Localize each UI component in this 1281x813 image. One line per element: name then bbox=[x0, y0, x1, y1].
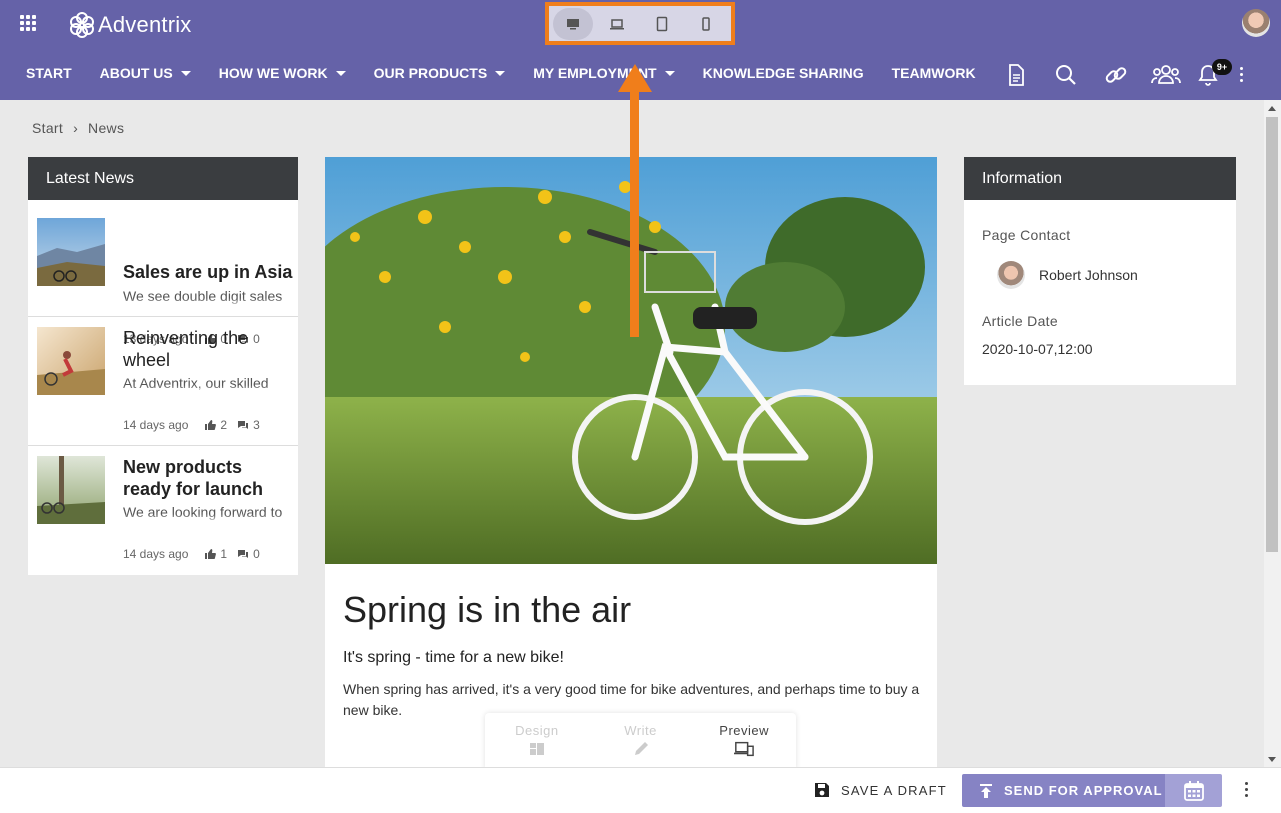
document-icon[interactable] bbox=[1001, 60, 1031, 90]
schedule-button[interactable] bbox=[1165, 774, 1222, 807]
nav-item-start[interactable]: START bbox=[26, 65, 72, 81]
main-navigation: START ABOUT US HOW WE WORK OUR PRODUCTS … bbox=[26, 64, 1004, 82]
thumbs-up-icon[interactable] bbox=[204, 548, 217, 560]
news-thumbnail bbox=[37, 218, 105, 286]
laptop-icon bbox=[610, 18, 625, 29]
nav-item-about-us[interactable]: ABOUT US bbox=[100, 65, 191, 81]
news-title[interactable]: New products ready for launch bbox=[123, 456, 293, 500]
save-draft-label: SAVE A DRAFT bbox=[841, 782, 947, 798]
caret-down-icon bbox=[180, 70, 191, 76]
user-avatar[interactable] bbox=[1242, 9, 1270, 37]
news-title[interactable]: Sales are up in Asia bbox=[123, 261, 293, 283]
editor-mode-switch: Design Write Preview bbox=[485, 713, 796, 771]
breadcrumb: Start › News bbox=[32, 120, 124, 136]
news-title[interactable]: Reinventing the wheel bbox=[123, 327, 293, 371]
article-date-label: Article Date bbox=[982, 313, 1058, 329]
link-icon[interactable] bbox=[1101, 60, 1131, 90]
vertical-scrollbar[interactable] bbox=[1264, 100, 1281, 767]
latest-news-panel: Latest News Sales are up in Asia We see … bbox=[28, 157, 298, 575]
app-name: Adventrix bbox=[98, 12, 192, 37]
more-options-icon[interactable] bbox=[1240, 67, 1243, 82]
comments-icon[interactable] bbox=[237, 419, 249, 431]
app-launcher-icon[interactable] bbox=[20, 15, 36, 31]
latest-news-header: Latest News bbox=[28, 157, 298, 200]
contact-name: Robert Johnson bbox=[1039, 267, 1138, 283]
write-mode-button[interactable]: Write bbox=[589, 713, 693, 771]
tablet-icon bbox=[656, 16, 667, 31]
breadcrumb-start[interactable]: Start bbox=[32, 120, 63, 136]
calendar-icon bbox=[1183, 780, 1204, 801]
news-item[interactable]: New products ready for launch We are loo… bbox=[28, 446, 298, 575]
laptop-preview-button[interactable] bbox=[598, 8, 638, 40]
scroll-down-arrow-icon[interactable] bbox=[1268, 757, 1276, 762]
news-meta: 14 days ago 2 3 bbox=[123, 418, 260, 432]
news-excerpt: At Adventrix, our skilled and service-mi… bbox=[123, 375, 269, 391]
scroll-up-arrow-icon[interactable] bbox=[1268, 106, 1276, 111]
people-icon[interactable] bbox=[1151, 60, 1181, 90]
pencil-icon bbox=[634, 742, 648, 755]
logo[interactable]: Adventrix bbox=[68, 11, 192, 39]
news-item[interactable]: Reinventing the wheel At Adventrix, our … bbox=[28, 317, 298, 446]
likes-count: 1 bbox=[220, 547, 228, 561]
notification-badge: 9+ bbox=[1212, 59, 1232, 75]
save-icon bbox=[815, 783, 829, 797]
search-icon[interactable] bbox=[1051, 60, 1081, 90]
desktop-icon bbox=[566, 18, 579, 29]
caret-down-icon bbox=[335, 70, 346, 76]
send-for-approval-button[interactable]: SEND FOR APPROVAL bbox=[962, 774, 1165, 807]
page-contact-label: Page Contact bbox=[982, 227, 1071, 243]
information-panel: Information Page Contact Robert Johnson … bbox=[964, 157, 1236, 385]
comments-icon[interactable] bbox=[237, 548, 249, 560]
upload-icon bbox=[980, 783, 992, 798]
breadcrumb-separator: › bbox=[73, 120, 79, 136]
news-meta: 14 days ago 1 0 bbox=[123, 547, 260, 561]
preview-mode-button[interactable]: Preview bbox=[692, 713, 796, 771]
article-title: Spring is in the air bbox=[343, 589, 632, 630]
news-excerpt: We see double digit sales rise in Japan … bbox=[123, 288, 283, 304]
comments-count: 3 bbox=[253, 418, 260, 432]
news-thumbnail bbox=[37, 327, 105, 395]
phone-preview-button[interactable] bbox=[687, 8, 727, 40]
likes-count: 2 bbox=[220, 418, 228, 432]
thumbs-up-icon[interactable] bbox=[204, 419, 217, 431]
send-for-approval-label: SEND FOR APPROVAL bbox=[1004, 783, 1163, 798]
caret-down-icon bbox=[495, 70, 506, 76]
page-contact[interactable]: Robert Johnson bbox=[997, 261, 1138, 289]
article-date-value: 2020-10-07,12:00 bbox=[982, 341, 1093, 357]
preview-label: Preview bbox=[719, 723, 770, 738]
news-excerpt: We are looking forward to seeing the new… bbox=[123, 504, 283, 520]
news-thumbnail bbox=[37, 456, 105, 524]
save-draft-button[interactable]: SAVE A DRAFT bbox=[813, 781, 947, 799]
desktop-preview-button[interactable] bbox=[553, 7, 593, 40]
breadcrumb-news: News bbox=[88, 120, 125, 136]
design-label: Design bbox=[515, 723, 559, 738]
more-options-icon[interactable] bbox=[1238, 782, 1254, 802]
layout-icon bbox=[529, 743, 544, 755]
nav-item-our-products[interactable]: OUR PRODUCTS bbox=[374, 65, 506, 81]
annotation-arrow-icon bbox=[618, 64, 652, 337]
nav-item-how-we-work[interactable]: HOW WE WORK bbox=[219, 65, 346, 81]
contact-avatar bbox=[997, 261, 1025, 289]
news-age: 14 days ago bbox=[123, 418, 189, 432]
nav-item-teamwork[interactable]: TEAMWORK bbox=[892, 65, 976, 81]
article-lead: It's spring - time for a new bike! bbox=[343, 649, 564, 666]
device-preview-switcher bbox=[545, 2, 735, 45]
logo-icon bbox=[70, 12, 94, 38]
nav-item-knowledge-sharing[interactable]: KNOWLEDGE SHARING bbox=[703, 65, 864, 81]
phone-icon bbox=[702, 16, 710, 31]
comments-count: 0 bbox=[253, 547, 260, 561]
news-item[interactable]: Sales are up in Asia We see double digit… bbox=[28, 200, 298, 346]
caret-down-icon bbox=[664, 70, 675, 76]
devices-icon bbox=[734, 741, 754, 757]
bottom-action-bar: SAVE A DRAFT SEND FOR APPROVAL bbox=[0, 767, 1281, 813]
news-age: 14 days ago bbox=[123, 547, 189, 561]
information-header: Information bbox=[964, 157, 1236, 200]
tablet-preview-button[interactable] bbox=[642, 8, 682, 40]
scroll-thumb[interactable] bbox=[1266, 117, 1278, 552]
design-mode-button[interactable]: Design bbox=[485, 713, 589, 771]
write-label: Write bbox=[624, 723, 657, 738]
